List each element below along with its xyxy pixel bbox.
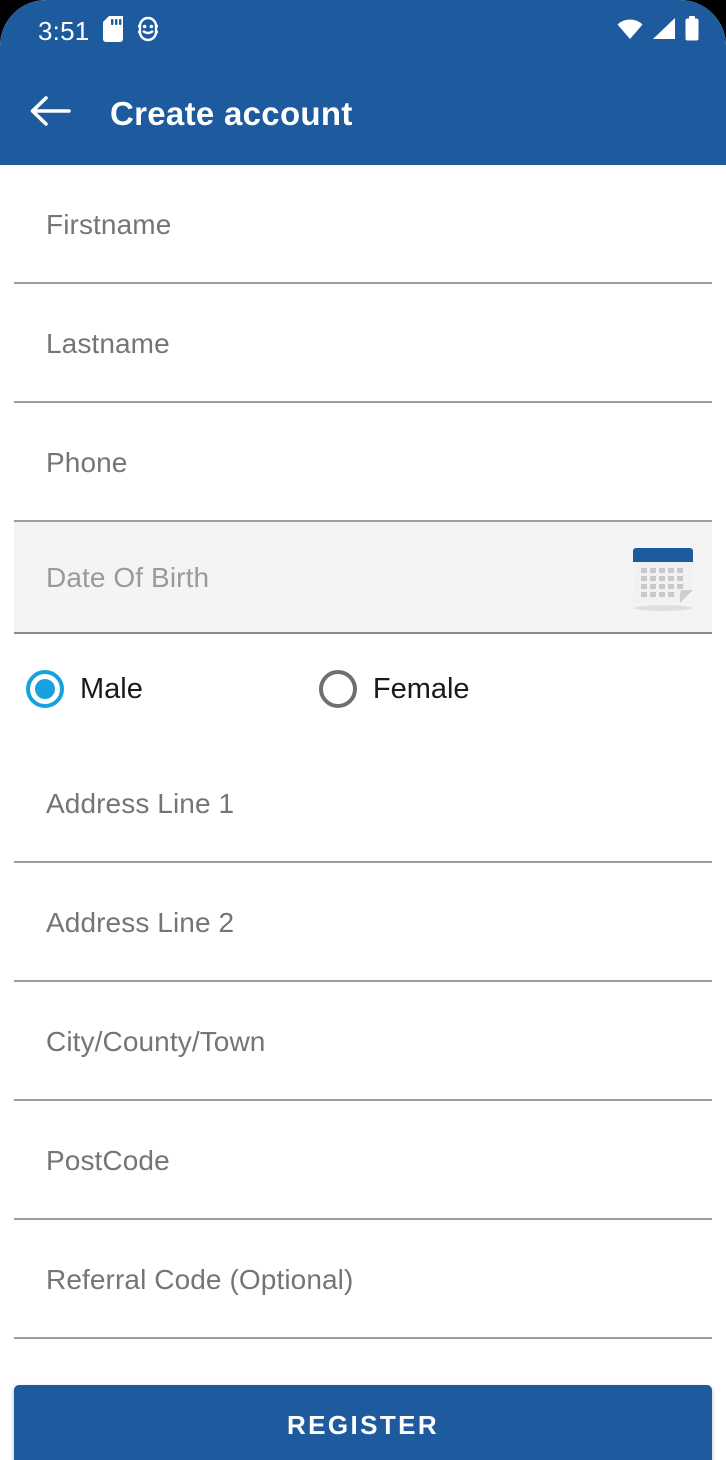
referral-code-field[interactable]: Referral Code (Optional): [14, 1220, 712, 1339]
sd-card-icon: [103, 15, 124, 47]
lastname-placeholder: Lastname: [46, 327, 170, 359]
status-bar-clock: 3:51: [38, 16, 90, 46]
city-placeholder: City/County/Town: [46, 1025, 266, 1057]
status-bar-right: [616, 15, 700, 47]
firstname-placeholder: Firstname: [46, 208, 172, 240]
calendar-icon[interactable]: [626, 540, 698, 616]
android-debug-icon: [137, 16, 159, 47]
cellular-signal-icon: [651, 17, 677, 46]
app-bar-title-row: Create account: [0, 62, 726, 165]
radio-unselected-icon[interactable]: [318, 670, 357, 708]
address-line-2-field[interactable]: Address Line 2: [14, 863, 712, 982]
date-of-birth-placeholder: Date Of Birth: [46, 562, 210, 593]
address-line-1-placeholder: Address Line 1: [46, 787, 235, 819]
gender-option-male[interactable]: Male: [26, 670, 143, 708]
gender-radio-group: Male Female: [0, 634, 726, 744]
address-line-2-placeholder: Address Line 2: [46, 906, 235, 938]
status-bar: 3:51: [0, 0, 726, 62]
city-field[interactable]: City/County/Town: [14, 982, 712, 1101]
back-arrow-icon: [29, 94, 71, 133]
phone-field[interactable]: Phone: [14, 403, 712, 522]
firstname-field[interactable]: Firstname: [14, 165, 712, 284]
wifi-icon: [616, 17, 644, 46]
postcode-placeholder: PostCode: [46, 1144, 170, 1176]
registration-form: Firstname Lastname Phone Date Of Birth M…: [0, 165, 726, 1460]
phone-screen: 3:51 Create account Firstname Lastname P…: [0, 0, 726, 1460]
lastname-field[interactable]: Lastname: [14, 284, 712, 403]
postcode-field[interactable]: PostCode: [14, 1101, 712, 1220]
register-button[interactable]: REGISTER: [14, 1385, 712, 1460]
status-bar-left: 3:51: [38, 15, 616, 47]
phone-placeholder: Phone: [46, 446, 128, 478]
date-of-birth-field[interactable]: Date Of Birth: [14, 522, 712, 634]
gender-label-male: Male: [80, 672, 143, 705]
app-bar: 3:51 Create account: [0, 0, 726, 165]
battery-full-icon: [684, 15, 700, 47]
back-button[interactable]: [26, 90, 74, 138]
register-button-wrapper: REGISTER: [14, 1385, 712, 1460]
gender-label-female: Female: [372, 672, 470, 705]
address-line-1-field[interactable]: Address Line 1: [14, 744, 712, 863]
radio-selected-icon[interactable]: [26, 670, 64, 708]
referral-code-placeholder: Referral Code (Optional): [46, 1263, 354, 1295]
gender-option-female[interactable]: Female: [318, 670, 470, 708]
page-title: Create account: [110, 94, 353, 132]
